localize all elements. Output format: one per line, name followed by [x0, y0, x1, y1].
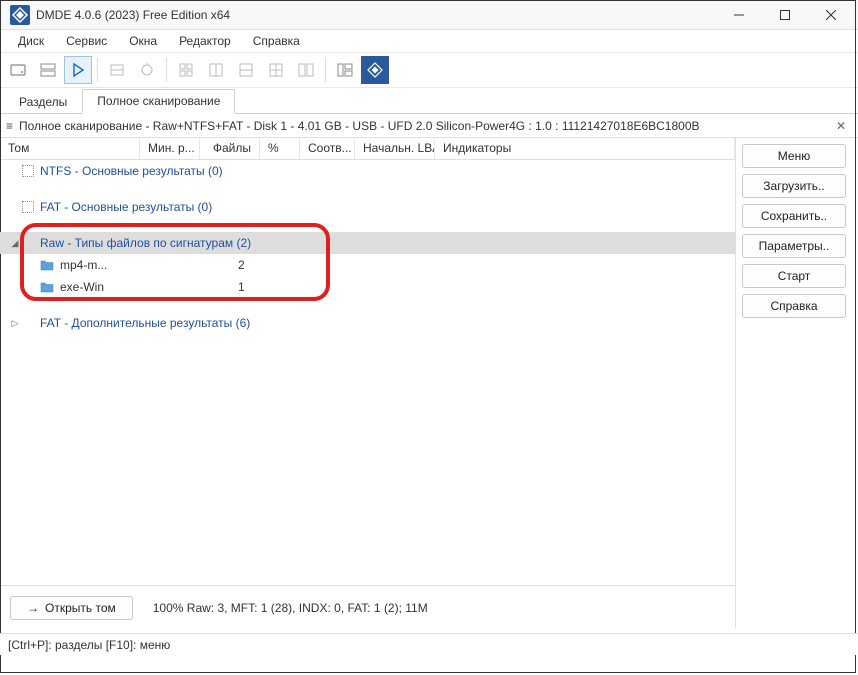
collapse-icon[interactable]: ◢ — [8, 238, 22, 249]
toolbar-grid2-icon[interactable] — [202, 56, 230, 84]
toolbar-partitions-icon[interactable] — [34, 56, 62, 84]
menu-help[interactable]: Справка — [243, 32, 310, 50]
checkbox-icon[interactable] — [22, 201, 34, 213]
scan-stats: 100% Raw: 3, MFT: 1 (28), INDX: 0, FAT: … — [153, 601, 428, 615]
menu-editor[interactable]: Редактор — [169, 32, 241, 50]
toolbar-grid1-icon[interactable] — [172, 56, 200, 84]
toolbar — [0, 52, 858, 88]
col-files[interactable]: Файлы — [200, 138, 260, 159]
app-icon — [10, 5, 30, 25]
maximize-button[interactable] — [762, 0, 808, 30]
toolbar-logo-icon[interactable] — [361, 56, 389, 84]
sidebar-params-button[interactable]: Параметры.. — [742, 234, 846, 258]
results-tree[interactable]: NTFS - Основные результаты (0) FAT - Осн… — [0, 160, 735, 585]
tab-full-scan[interactable]: Полное сканирование — [82, 89, 235, 114]
menu-bar: Диск Сервис Окна Редактор Справка — [0, 30, 858, 52]
menu-windows[interactable]: Окна — [119, 32, 167, 50]
toolbar-grid4-icon[interactable] — [262, 56, 290, 84]
menu-service[interactable]: Сервис — [56, 32, 117, 50]
col-percent[interactable]: % — [260, 138, 300, 159]
folder-icon — [40, 281, 54, 293]
sidebar-start-button[interactable]: Старт — [742, 264, 846, 288]
col-min-size[interactable]: Мин. р... — [140, 138, 200, 159]
close-button[interactable] — [808, 0, 854, 30]
tree-ntfs-main[interactable]: NTFS - Основные результаты (0) — [0, 160, 735, 182]
toolbar-layout-icon[interactable] — [331, 56, 359, 84]
menu-disk[interactable]: Диск — [8, 32, 54, 50]
expand-icon[interactable]: ▷ — [8, 318, 22, 329]
tab-partitions[interactable]: Разделы — [4, 90, 82, 113]
checkbox-icon[interactable] — [22, 165, 34, 177]
toolbar-play-icon[interactable] — [64, 56, 92, 84]
tree-fat-main[interactable]: FAT - Основные результаты (0) — [0, 196, 735, 218]
tree-raw-item-mp4[interactable]: mp4-m... 2 — [0, 254, 735, 276]
title-bar: DMDE 4.0.6 (2023) Free Edition x64 — [0, 0, 858, 30]
list-icon: ≡ — [6, 119, 13, 133]
toolbar-tool2-icon[interactable] — [133, 56, 161, 84]
sidebar-load-button[interactable]: Загрузить.. — [742, 174, 846, 198]
open-volume-button[interactable]: → Открыть том — [10, 596, 133, 620]
sidebar-help-button[interactable]: Справка — [742, 294, 846, 318]
sidebar: Меню Загрузить.. Сохранить.. Параметры..… — [736, 138, 858, 629]
minimize-button[interactable] — [716, 0, 762, 30]
tabs: Разделы Полное сканирование — [0, 88, 858, 114]
sidebar-save-button[interactable]: Сохранить.. — [742, 204, 846, 228]
info-bar: ≡ Полное сканирование - Raw+NTFS+FAT - D… — [0, 114, 858, 138]
info-text: Полное сканирование - Raw+NTFS+FAT - Dis… — [19, 119, 830, 133]
bottom-bar: → Открыть том 100% Raw: 3, MFT: 1 (28), … — [0, 585, 735, 629]
col-volume[interactable]: Том — [0, 138, 140, 159]
status-bar: [Ctrl+P]: разделы [F10]: меню — [0, 633, 858, 655]
close-panel-icon[interactable]: ✕ — [830, 119, 852, 133]
toolbar-grid5-icon[interactable] — [292, 56, 320, 84]
toolbar-tool1-icon[interactable] — [103, 56, 131, 84]
tree-raw-item-exe[interactable]: exe-Win 1 — [0, 276, 735, 298]
status-text: [Ctrl+P]: разделы [F10]: меню — [8, 638, 170, 652]
folder-icon — [40, 259, 54, 271]
col-lba[interactable]: Начальн. LBA — [355, 138, 435, 159]
toolbar-disk-icon[interactable] — [4, 56, 32, 84]
col-match[interactable]: Соотв... — [300, 138, 355, 159]
toolbar-grid3-icon[interactable] — [232, 56, 260, 84]
window-title: DMDE 4.0.6 (2023) Free Edition x64 — [36, 8, 716, 22]
col-indicators[interactable]: Индикаторы — [435, 138, 735, 159]
arrow-right-icon: → — [27, 601, 39, 615]
tree-raw-signatures[interactable]: ◢ Raw - Типы файлов по сигнатурам (2) — [0, 232, 735, 254]
sidebar-menu-button[interactable]: Меню — [742, 144, 846, 168]
tree-fat-extra[interactable]: ▷ FAT - Дополнительные результаты (6) — [0, 312, 735, 334]
column-headers: Том Мин. р... Файлы % Соотв... Начальн. … — [0, 138, 735, 160]
